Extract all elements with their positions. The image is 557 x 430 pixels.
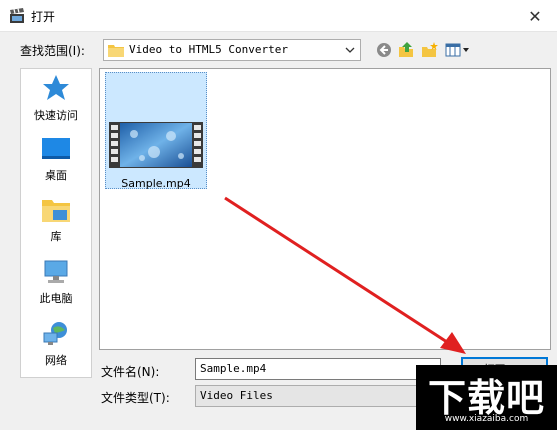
computer-icon bbox=[44, 260, 68, 283]
star-icon bbox=[43, 75, 69, 100]
back-icon[interactable] bbox=[375, 41, 393, 59]
place-desktop[interactable]: 桌面 bbox=[21, 135, 91, 191]
place-label: 网络 bbox=[45, 354, 67, 367]
filename-value: Sample.mp4 bbox=[200, 362, 267, 375]
filetype-dropdown[interactable]: Video Files bbox=[195, 385, 441, 407]
lookin-value: Video to HTML5 Converter bbox=[129, 43, 288, 56]
filename-input[interactable]: Sample.mp4 bbox=[195, 358, 441, 380]
place-libraries[interactable]: 库 bbox=[21, 196, 91, 252]
filename-label: 文件名(N): bbox=[101, 365, 160, 379]
filetype-value: Video Files bbox=[200, 389, 273, 402]
place-label: 库 bbox=[50, 230, 62, 243]
lookin-label: 查找范围(I): bbox=[20, 44, 85, 58]
lookin-dropdown[interactable]: Video to HTML5 Converter bbox=[103, 39, 361, 61]
place-label: 此电脑 bbox=[39, 292, 73, 305]
filetype-label: 文件类型(T): bbox=[101, 391, 170, 405]
window-title: 打开 bbox=[31, 10, 56, 24]
place-network[interactable]: 网络 bbox=[21, 320, 91, 376]
place-label: 快速访问 bbox=[34, 109, 78, 122]
watermark-url: www.xiazaiba.com bbox=[444, 414, 529, 424]
file-item[interactable]: Sample.mp4 bbox=[105, 72, 207, 190]
close-button[interactable]: ✕ bbox=[513, 0, 557, 32]
network-icon bbox=[43, 322, 67, 345]
place-quick-access[interactable]: 快速访问 bbox=[21, 73, 91, 129]
library-icon bbox=[42, 200, 70, 222]
title-bar: 打开 ✕ bbox=[0, 0, 557, 32]
place-label: 桌面 bbox=[45, 169, 67, 182]
watermark: 下载吧 www.xiazaiba.com bbox=[416, 365, 557, 430]
file-name: Sample.mp4 bbox=[121, 177, 191, 190]
file-list[interactable]: Sample.mp4 bbox=[99, 68, 551, 350]
up-folder-icon[interactable] bbox=[398, 41, 416, 59]
places-bar: 快速访问 桌面 库 此电脑 网络 bbox=[20, 68, 92, 378]
close-icon: ✕ bbox=[528, 6, 542, 26]
video-file-icon bbox=[109, 122, 203, 168]
place-this-pc[interactable]: 此电脑 bbox=[21, 258, 91, 314]
clapperboard-icon bbox=[10, 8, 24, 23]
view-menu-icon[interactable] bbox=[445, 41, 471, 59]
new-folder-icon[interactable] bbox=[421, 41, 439, 59]
desktop-icon bbox=[42, 138, 70, 159]
chevron-down-icon bbox=[345, 47, 355, 53]
folder-icon bbox=[108, 45, 124, 57]
